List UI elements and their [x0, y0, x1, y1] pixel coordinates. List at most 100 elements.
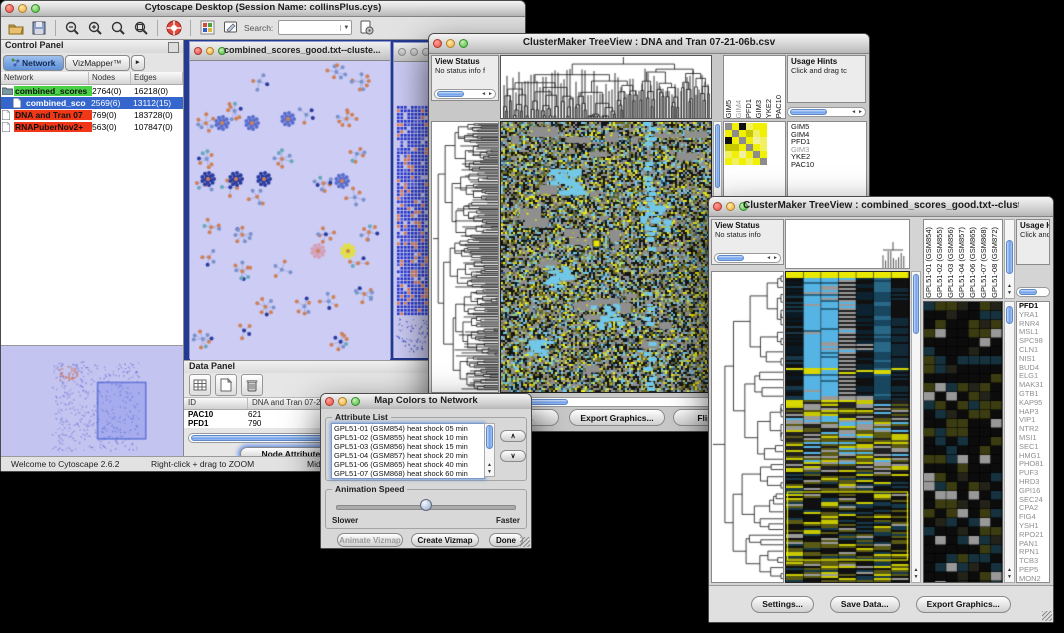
- view-status-scrollbar[interactable]: ◄ ►: [434, 89, 496, 99]
- column-label[interactable]: GPL51-03 (GSM856): [946, 227, 957, 298]
- row-dendrogram-panel[interactable]: [431, 121, 499, 393]
- zoom-heatmap-cell[interactable]: [732, 130, 739, 137]
- global-heatmap-panel[interactable]: [500, 121, 712, 393]
- zoom-heatmap-cell[interactable]: [760, 130, 767, 137]
- zoom-heatmap-cell[interactable]: [746, 151, 753, 158]
- move-down-button[interactable]: ∨: [500, 450, 526, 462]
- scrollbar-thumb[interactable]: [486, 425, 493, 449]
- help-lifering-icon[interactable]: [165, 19, 183, 37]
- network-list-row[interactable]: DNA and Tran 07769(0)183728(0): [1, 109, 183, 121]
- zoom-heatmap-cell[interactable]: [732, 137, 739, 144]
- treeview1-button-1[interactable]: Export Graphics...: [569, 409, 665, 426]
- zoom-heatmap-cell[interactable]: [739, 144, 746, 151]
- zoom-heatmap-cell[interactable]: [753, 123, 760, 130]
- zoom-heatmap-cell[interactable]: [732, 123, 739, 130]
- attribute-item[interactable]: GPL51-02 (GSM855) heat shock 10 min: [332, 433, 484, 442]
- open-session-button[interactable]: [7, 19, 25, 37]
- close-button[interactable]: [433, 39, 442, 48]
- column-label[interactable]: GPL51-06 (GSM865): [968, 227, 979, 298]
- column-label[interactable]: PAC10: [774, 95, 784, 118]
- dialog-button-create-vizmap[interactable]: Create Vizmap: [411, 533, 479, 547]
- column-network[interactable]: Network: [1, 72, 89, 84]
- usage-hints-scrollbar[interactable]: [1016, 287, 1050, 297]
- minimize-button[interactable]: [18, 4, 27, 13]
- treeview1-title-bar[interactable]: ClusterMaker TreeView : DNA and Tran 07-…: [429, 34, 869, 54]
- zoom-selected-icon[interactable]: [132, 19, 150, 37]
- column-label[interactable]: GPL51-01 (GSM854): [924, 227, 935, 298]
- attribute-item[interactable]: GPL51-03 (GSM856) heat shock 15 min: [332, 442, 484, 451]
- scroll-right-icon[interactable]: ►: [773, 255, 778, 261]
- zoom-heatmap-cell[interactable]: [739, 137, 746, 144]
- dialog-button-done[interactable]: Done: [489, 533, 523, 547]
- zoom-heatmap-cell[interactable]: [725, 151, 732, 158]
- column-id[interactable]: ID: [184, 398, 248, 409]
- zoom-heatmap-cell[interactable]: [753, 144, 760, 151]
- zoom-heatmap-cell[interactable]: [739, 123, 746, 130]
- row-dendrogram-panel[interactable]: [711, 271, 784, 583]
- scrollbar-thumb[interactable]: [715, 124, 720, 188]
- zoom-heatmap-cell[interactable]: [725, 144, 732, 151]
- zoom-out-icon[interactable]: [63, 19, 81, 37]
- column-label[interactable]: GIM3: [754, 100, 764, 118]
- zoom-heatmap-panel[interactable]: [923, 301, 1003, 583]
- row-label[interactable]: PAC10: [788, 161, 866, 169]
- heatmap-vscrollbar[interactable]: ▲ ▼: [911, 271, 921, 583]
- column-label[interactable]: GPL51-07 (GSM868): [979, 227, 990, 298]
- scrollbar-thumb[interactable]: [717, 255, 744, 261]
- column-edges[interactable]: Edges: [131, 72, 183, 84]
- save-session-button[interactable]: [30, 19, 48, 37]
- zoom-heatmap-cell[interactable]: [725, 137, 732, 144]
- gene-label[interactable]: MON2: [1017, 575, 1049, 583]
- zoom-heatmap-cell[interactable]: [746, 137, 753, 144]
- tab-overflow-arrow[interactable]: ►: [131, 55, 145, 71]
- zoom-heatmap-cell[interactable]: [739, 130, 746, 137]
- minimize-button[interactable]: [726, 202, 735, 211]
- search-dropdown-arrow[interactable]: ▼: [340, 25, 351, 31]
- network-view-canvas[interactable]: [190, 61, 390, 360]
- attribute-item[interactable]: GPL51-07 (GSM868) heat shock 60 min: [332, 469, 484, 478]
- zoom-heatmap-cell[interactable]: [753, 137, 760, 144]
- zoom-heatmap-cell[interactable]: [760, 144, 767, 151]
- dialog-button-animate-vizmap[interactable]: Animate Vizmap: [337, 533, 403, 547]
- zoom-heatmap-cell[interactable]: [739, 158, 746, 165]
- attribute-list-vscrollbar[interactable]: ▲ ▼: [484, 423, 495, 477]
- zoom-heatmap-cell[interactable]: [746, 130, 753, 137]
- zoom-heatmap-cell[interactable]: [746, 123, 753, 130]
- minimize-button[interactable]: [206, 47, 214, 55]
- close-button[interactable]: [5, 4, 14, 13]
- scrollbar-thumb[interactable]: [790, 109, 827, 115]
- select-attributes-icon[interactable]: [189, 374, 211, 396]
- zoom-heatmap-cell[interactable]: [732, 158, 739, 165]
- column-dendrogram-panel[interactable]: [500, 55, 712, 119]
- scrollbar-thumb[interactable]: [437, 91, 464, 97]
- search-input[interactable]: ▼: [278, 20, 352, 35]
- scroll-up-icon[interactable]: ▲: [912, 567, 920, 573]
- zoom-heatmap-cell[interactable]: [760, 123, 767, 130]
- main-title-bar[interactable]: Cytoscape Desktop (Session Name: collins…: [1, 1, 525, 17]
- zoom-heatmap-cell[interactable]: [732, 151, 739, 158]
- treeview2-button-0[interactable]: Settings...: [751, 596, 814, 613]
- dialog-title-bar[interactable]: Map Colors to Network: [321, 394, 531, 410]
- scrollbar-thumb[interactable]: [1006, 306, 1013, 324]
- scroll-up-icon[interactable]: ▲: [1005, 567, 1014, 573]
- float-panel-icon[interactable]: [168, 42, 179, 53]
- column-label[interactable]: GPL51-02 (GSM855): [935, 227, 946, 298]
- zoom-heatmap-cell[interactable]: [753, 130, 760, 137]
- zoom-heatmap-cell[interactable]: [739, 151, 746, 158]
- network-list-row[interactable]: combined_scores2764(0)16218(0): [1, 85, 183, 97]
- gene-list-vscrollbar[interactable]: ▲ ▼: [1004, 301, 1015, 583]
- scroll-left-icon[interactable]: ◄: [851, 109, 856, 115]
- zoom-in-icon[interactable]: [86, 19, 104, 37]
- tab-network[interactable]: Network: [3, 55, 64, 71]
- column-label[interactable]: GPL51-04 (GSM857): [957, 227, 968, 298]
- attribute-item[interactable]: GPL51-01 (GSM854) heat shock 05 min: [332, 424, 484, 433]
- zoom-heatmap-cell[interactable]: [746, 144, 753, 151]
- move-up-button[interactable]: ∧: [500, 430, 526, 442]
- network-list-row[interactable]: combined_sco2569(6)13112(15): [1, 97, 183, 109]
- column-dendrogram-panel[interactable]: [785, 219, 910, 269]
- zoom-heatmap-cell[interactable]: [725, 158, 732, 165]
- network-frame-title-bar[interactable]: combined_scores_good.txt--cluste...: [190, 42, 390, 61]
- delete-attribute-trash-icon[interactable]: [241, 374, 263, 396]
- attribute-browser-icon[interactable]: [357, 19, 375, 37]
- zoom-heatmap-cell[interactable]: [725, 123, 732, 130]
